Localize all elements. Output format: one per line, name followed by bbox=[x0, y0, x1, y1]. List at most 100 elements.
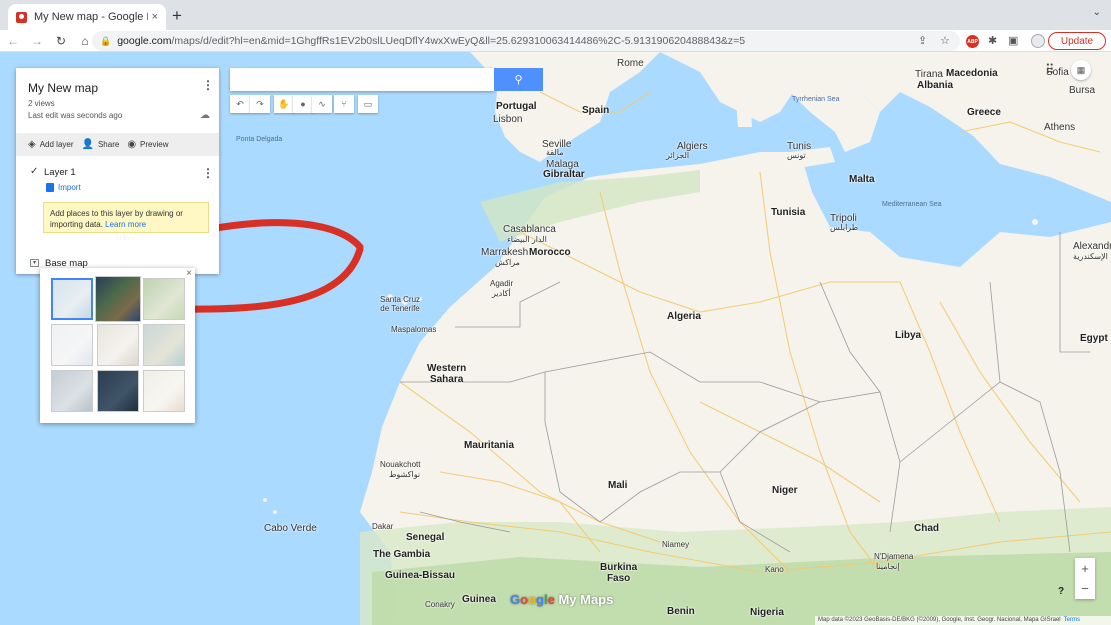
map-label-ndjamena: N'Djamena bbox=[874, 552, 914, 561]
map-views-count: 2 views bbox=[28, 99, 55, 108]
zoom-in-button[interactable]: + bbox=[1075, 558, 1095, 578]
forward-icon[interactable]: → bbox=[26, 34, 48, 48]
map-label-agadir: Agadir bbox=[490, 279, 514, 288]
map-label-albania: Albania bbox=[917, 80, 954, 91]
layer-options-icon[interactable]: ⋮ bbox=[202, 166, 214, 180]
map-label-benin: Benin bbox=[667, 606, 695, 617]
layer-visibility-checkbox[interactable]: ✓ bbox=[30, 166, 38, 177]
search-button[interactable]: ⚲ bbox=[494, 68, 543, 91]
map-label-agadir-ar: أكادير bbox=[492, 289, 511, 298]
update-button[interactable]: Update bbox=[1048, 32, 1106, 50]
undo-icon: ↶ bbox=[236, 98, 244, 109]
map-label-santa-cruz: Santa Cruz de Tenerife bbox=[380, 295, 421, 313]
add-marker-button[interactable]: ● bbox=[293, 95, 313, 113]
share-button[interactable]: 👤 Share bbox=[82, 139, 120, 150]
layers-icon: ◈ bbox=[28, 139, 36, 150]
reload-icon[interactable]: ↻ bbox=[50, 34, 72, 48]
basemap-thumb-light-landmass[interactable] bbox=[51, 370, 93, 412]
map-label-egypt: Egypt bbox=[1080, 333, 1108, 344]
search-input[interactable] bbox=[230, 68, 494, 91]
map-label-conakry: Conakry bbox=[425, 600, 455, 609]
back-icon[interactable]: ← bbox=[2, 34, 24, 48]
redo-button[interactable]: ↷ bbox=[250, 95, 270, 113]
basemap-thumb-whitewater[interactable] bbox=[143, 370, 185, 412]
map-label-bursa: Bursa bbox=[1069, 85, 1096, 96]
side-panel-icon[interactable]: ▣ bbox=[1008, 34, 1018, 47]
map-label-gibraltar: Gibraltar bbox=[543, 169, 585, 180]
browser-tab[interactable]: My New map - Google My Ma × bbox=[8, 4, 166, 30]
preview-button[interactable]: ◉ Preview bbox=[127, 139, 168, 150]
url-host: google.com bbox=[117, 35, 172, 47]
map-label-libya: Libya bbox=[895, 330, 922, 341]
basemap-thumb-mono-city[interactable] bbox=[97, 324, 139, 366]
tab-close-icon[interactable]: × bbox=[152, 11, 158, 23]
basemap-thumb-dark-landmass[interactable] bbox=[97, 370, 139, 412]
select-hand-button[interactable]: ✋ bbox=[274, 95, 294, 113]
directions-button[interactable]: ⑂ bbox=[334, 95, 354, 113]
draw-line-button[interactable]: ∿ bbox=[312, 95, 332, 113]
lock-icon: 🔒 bbox=[100, 35, 112, 46]
map-label-greece: Greece bbox=[967, 107, 1001, 118]
learn-more-link[interactable]: Learn more bbox=[105, 220, 146, 229]
tab-search-chevron-icon[interactable]: ⌄ bbox=[1093, 7, 1101, 18]
profile-avatar[interactable] bbox=[1031, 34, 1045, 48]
basemap-thumb-satellite[interactable] bbox=[95, 276, 141, 322]
basemap-thumb-terrain[interactable] bbox=[143, 278, 185, 320]
map-label-portugal: Portugal bbox=[496, 101, 537, 112]
browser-tab-strip: My New map - Google My Ma × + ⌄ bbox=[0, 0, 1111, 30]
map-label-lisbon: Lisbon bbox=[493, 114, 523, 125]
map-label-cabo-verde: Cabo Verde bbox=[264, 523, 317, 534]
layer-hint-tooltip: Add places to this layer by drawing or i… bbox=[43, 202, 209, 233]
map-label-macedonia: Macedonia bbox=[946, 68, 998, 79]
layer-name[interactable]: Layer 1 bbox=[44, 167, 76, 178]
map-title[interactable]: My New map bbox=[28, 81, 98, 95]
help-button[interactable]: ? bbox=[1058, 586, 1064, 597]
basemap-thumb-simple-atlas[interactable] bbox=[143, 324, 185, 366]
add-layer-label: Add layer bbox=[39, 140, 74, 149]
map-label-niamey: Niamey bbox=[662, 540, 690, 549]
url-path: /maps/d/edit?hl=en&mid=1GhgffRs1EV2b0slL… bbox=[171, 35, 746, 47]
base-map-toggle[interactable]: ▾ bbox=[30, 259, 39, 267]
basemap-thumb-map[interactable] bbox=[51, 278, 93, 320]
add-layer-button[interactable]: ◈ Add layer bbox=[28, 139, 74, 150]
map-label-rome: Rome bbox=[617, 58, 644, 69]
attribution-text: Map data ©2023 GeoBasis-DE/BKG (©2009), … bbox=[818, 617, 1061, 623]
extensions-puzzle-icon[interactable]: ✱ bbox=[988, 34, 997, 47]
undo-button[interactable]: ↶ bbox=[230, 95, 250, 113]
address-bar[interactable]: 🔒 google.com /maps/d/edit?hl=en&mid=1Ghg… bbox=[92, 31, 960, 51]
add-person-icon: 👤 bbox=[81, 139, 94, 150]
map-label-mali: Mali bbox=[608, 480, 628, 491]
measure-button[interactable]: ▭ bbox=[358, 95, 378, 113]
apps-grid-icon[interactable]: ⠿ bbox=[1045, 62, 1055, 78]
mymaps-wordmark: My Maps bbox=[554, 592, 614, 607]
search-icon: ⚲ bbox=[514, 74, 523, 86]
marker-icon: ● bbox=[300, 99, 306, 109]
map-options-icon[interactable]: ⋮ bbox=[202, 78, 214, 92]
eye-icon: ◉ bbox=[127, 139, 137, 150]
import-link[interactable]: Import bbox=[58, 183, 81, 192]
map-label-guinea-bissau: Guinea-Bissau bbox=[385, 570, 456, 581]
terms-link[interactable]: Terms bbox=[1064, 617, 1080, 623]
zoom-out-button[interactable]: − bbox=[1075, 578, 1095, 598]
close-icon[interactable]: × bbox=[186, 268, 192, 279]
map-label-mediterranean: Mediterranean Sea bbox=[882, 201, 942, 208]
new-tab-button[interactable]: + bbox=[172, 6, 182, 26]
map-label-marrakesh: Marrakesh bbox=[481, 247, 529, 258]
map-label-malta: Malta bbox=[849, 174, 875, 185]
last-edit-status: Last edit was seconds ago bbox=[28, 111, 123, 120]
cloud-saved-icon: ☁ bbox=[200, 110, 210, 121]
draw-line-icon: ∿ bbox=[318, 98, 326, 109]
basemap-thumb-light-political[interactable] bbox=[51, 324, 93, 366]
account-avatar[interactable]: ▦ bbox=[1071, 60, 1091, 80]
adblock-extension-icon[interactable]: ABP bbox=[966, 35, 979, 48]
map-label-alexandria: Alexandria bbox=[1073, 241, 1111, 252]
bookmark-star-icon[interactable]: ☆ bbox=[940, 34, 950, 47]
map-label-malaga-ar: مالقة bbox=[546, 148, 564, 157]
map-label-guinea: Guinea bbox=[462, 594, 496, 605]
ruler-icon: ▭ bbox=[363, 98, 373, 109]
redo-icon: ↷ bbox=[256, 98, 264, 109]
map-label-tripoli-ar: طرابلس bbox=[830, 223, 859, 232]
map-label-nouakchott-ar: نواكشوط bbox=[389, 470, 421, 479]
share-page-icon[interactable]: ⇪ bbox=[918, 34, 927, 47]
map-label-mauritania: Mauritania bbox=[464, 440, 515, 451]
